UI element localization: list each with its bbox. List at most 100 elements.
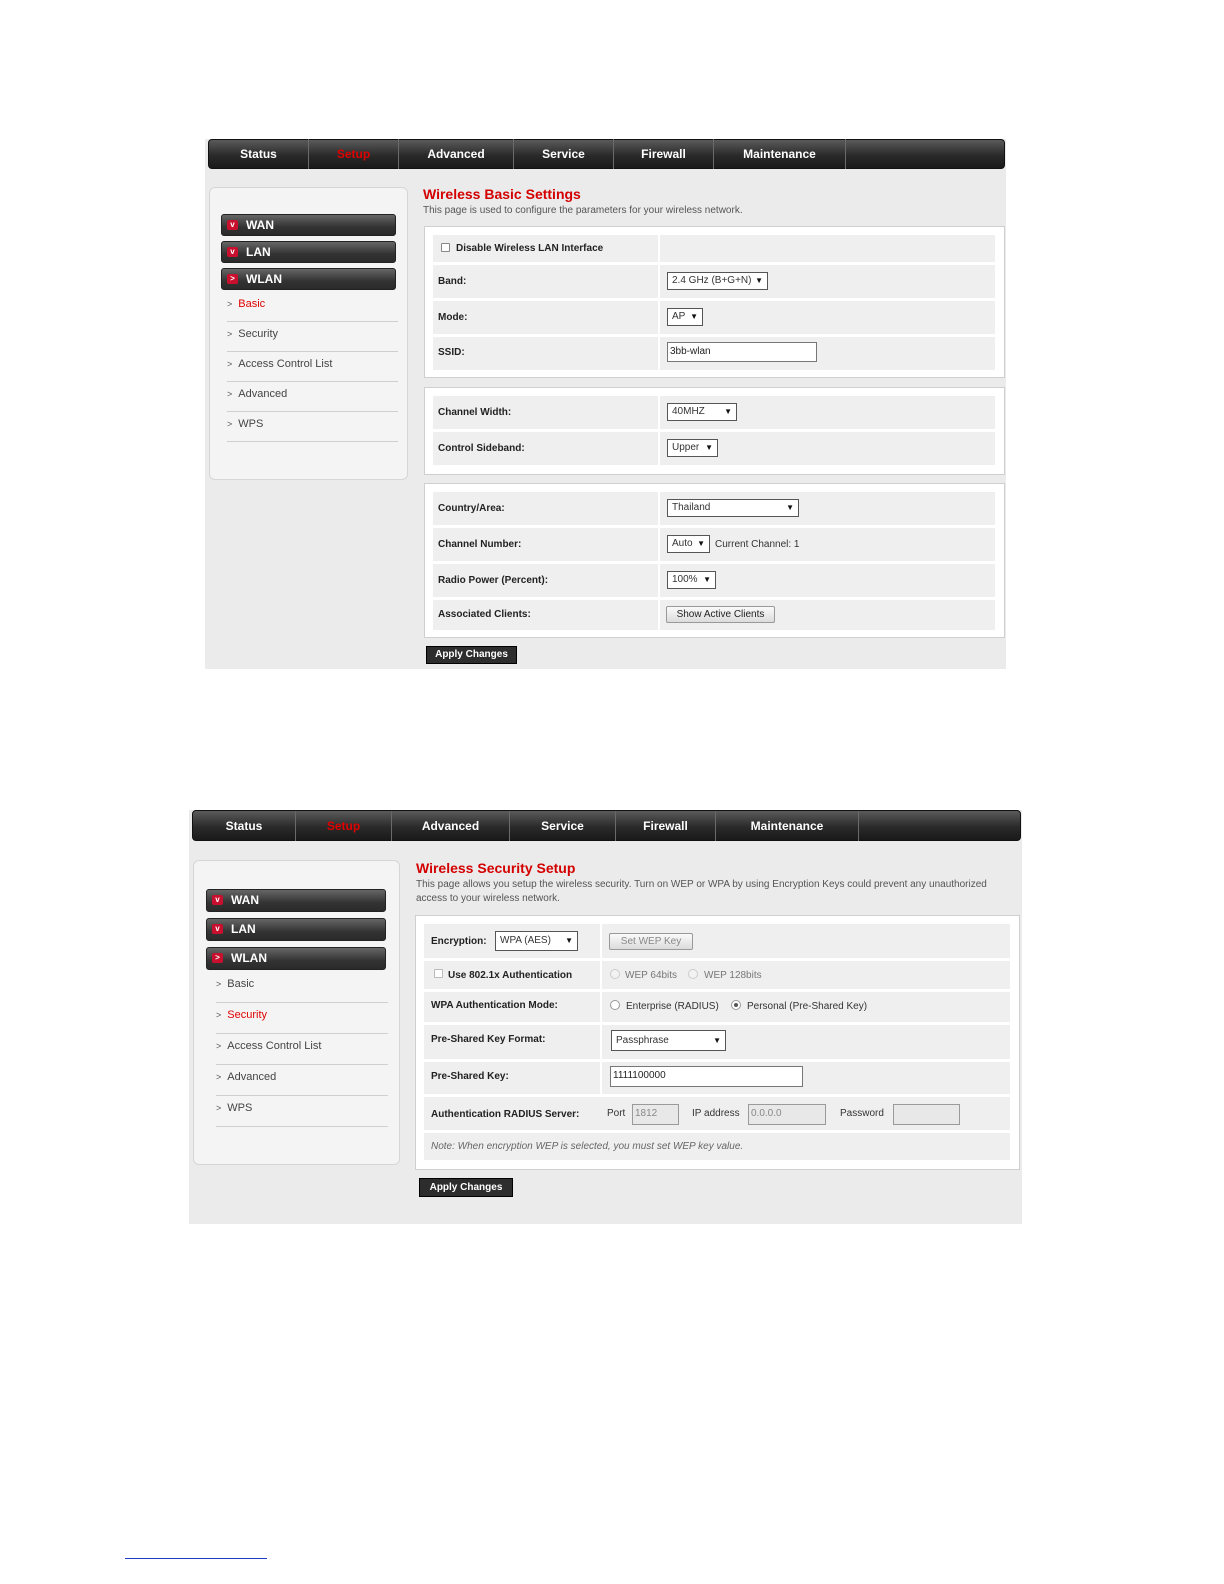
wep-128bits-radio[interactable] <box>688 969 698 979</box>
disable-wlan-checkbox[interactable] <box>441 243 450 252</box>
dropdown-arrow-icon: ▼ <box>697 539 705 548</box>
wireless-basic-screenshot: Status Setup Advanced Service Firewall M… <box>205 139 1006 669</box>
port-input[interactable]: 1812 <box>632 1104 679 1125</box>
personal-psk-label: Personal (Pre-Shared Key) <box>747 1001 868 1012</box>
sidebar-group-wan[interactable]: v WAN <box>206 889 386 912</box>
channel-width-select[interactable]: 40MHZ ▼ <box>667 403 737 421</box>
use-8021x-label: Use 802.1x Authentication <box>448 970 573 981</box>
control-sideband-select[interactable]: Upper ▼ <box>667 439 718 457</box>
nav-firewall[interactable]: Firewall <box>616 810 716 841</box>
password-input[interactable] <box>893 1104 960 1125</box>
nav-advanced[interactable]: Advanced <box>399 139 514 169</box>
chevron-down-icon: v <box>227 220 238 230</box>
apply-changes-button[interactable]: Apply Changes <box>426 646 517 664</box>
disable-wlan-label: Disable Wireless LAN Interface <box>456 243 604 254</box>
chevron-right-icon: > <box>227 274 238 284</box>
chevron-right-icon: > <box>227 299 233 309</box>
channel-width-label: Channel Width: <box>438 407 512 418</box>
sidebar-group-wlan[interactable]: > WLAN <box>206 947 386 970</box>
ssid-label: SSID: <box>438 347 465 358</box>
nav-status[interactable]: Status <box>193 810 296 841</box>
sidebar-item-advanced[interactable]: > Advanced <box>227 388 398 412</box>
nav-status[interactable]: Status <box>209 139 309 169</box>
sidebar-item-wps[interactable]: > WPS <box>216 1102 388 1127</box>
ip-address-input[interactable]: 0.0.0.0 <box>748 1104 826 1125</box>
wep-128bits-label: WEP 128bits <box>704 970 762 981</box>
chevron-right-icon: > <box>212 953 223 963</box>
nav-setup[interactable]: Setup <box>309 139 399 169</box>
dropdown-arrow-icon: ▼ <box>703 575 711 584</box>
sidebar-group-lan[interactable]: v LAN <box>206 918 386 941</box>
dropdown-arrow-icon: ▼ <box>690 312 698 321</box>
psk-input[interactable]: 1111100000 <box>610 1066 803 1087</box>
sidebar-item-wps[interactable]: > WPS <box>227 418 398 442</box>
mode-label: Mode: <box>438 312 468 323</box>
radio-power-select[interactable]: 100% ▼ <box>667 571 716 589</box>
control-sideband-label: Control Sideband: <box>438 443 525 454</box>
top-nav-bar: Status Setup Advanced Service Firewall M… <box>192 810 1021 841</box>
nav-service[interactable]: Service <box>510 810 616 841</box>
nav-maintenance[interactable]: Maintenance <box>714 139 846 169</box>
nav-maintenance[interactable]: Maintenance <box>716 810 859 841</box>
sidebar-group-wlan[interactable]: > WLAN <box>221 268 396 290</box>
sidebar: v WAN v LAN > WLAN > Basic > Security > Access… <box>193 860 400 1165</box>
band-select[interactable]: 2.4 GHz (B+G+N) ▼ <box>667 272 768 290</box>
nav-firewall[interactable]: Firewall <box>614 139 714 169</box>
show-active-clients-button[interactable]: Show Active Clients <box>666 606 775 623</box>
page-description: This page is used to configure the param… <box>423 205 743 216</box>
sidebar-item-security[interactable]: > Security <box>227 328 398 352</box>
sidebar-item-access-control-list[interactable]: > Access Control List <box>227 358 398 382</box>
psk-format-label: Pre-Shared Key Format: <box>431 1034 546 1045</box>
chevron-down-icon: v <box>212 895 223 905</box>
ip-address-label: IP address <box>692 1108 740 1119</box>
channel-number-select[interactable]: Auto ▼ <box>667 535 710 553</box>
radius-server-label: Authentication RADIUS Server: <box>431 1109 580 1120</box>
sidebar: v WAN v LAN > WLAN > Basic > Security > Access… <box>209 187 408 480</box>
wep-64bits-label: WEP 64bits <box>625 970 678 981</box>
set-wep-key-button[interactable]: Set WEP Key <box>609 933 693 950</box>
personal-psk-radio[interactable] <box>731 1000 741 1010</box>
associated-clients-label: Associated Clients: <box>438 609 531 620</box>
psk-label: Pre-Shared Key: <box>431 1071 509 1082</box>
chevron-right-icon: > <box>227 419 233 429</box>
mode-row <box>433 301 995 334</box>
band-label: Band: <box>438 276 467 287</box>
nav-setup[interactable]: Setup <box>296 810 392 841</box>
chevron-right-icon: > <box>216 1010 222 1020</box>
sidebar-item-basic[interactable]: > Basic <box>227 298 398 322</box>
ssid-input[interactable]: 3bb-wlan <box>667 342 817 362</box>
channel-width-panel: Channel Width: 40MHZ ▼ Control Sideband: … <box>424 387 1005 475</box>
use-8021x-checkbox[interactable] <box>434 969 443 978</box>
encryption-select[interactable]: WPA (AES) ▼ <box>495 931 578 951</box>
sidebar-item-basic[interactable]: > Basic <box>216 978 388 1003</box>
nav-advanced[interactable]: Advanced <box>392 810 510 841</box>
chevron-down-icon: v <box>212 924 223 934</box>
country-select[interactable]: Thailand ▼ <box>667 499 799 517</box>
sidebar-item-security[interactable]: > Security <box>216 1009 388 1034</box>
page-title: Wireless Basic Settings <box>423 186 581 202</box>
wep-64bits-radio[interactable] <box>610 969 620 979</box>
mode-select[interactable]: AP ▼ <box>667 308 703 326</box>
enterprise-radius-radio[interactable] <box>610 1000 620 1010</box>
sidebar-item-access-control-list[interactable]: > Access Control List <box>216 1040 388 1065</box>
security-panel: Encryption: WPA (AES) ▼ Set WEP Key Use 8… <box>415 915 1020 1170</box>
footnote-separator <box>125 1558 267 1559</box>
sidebar-group-lan[interactable]: v LAN <box>221 241 396 263</box>
sidebar-item-advanced[interactable]: > Advanced <box>216 1071 388 1096</box>
port-label: Port <box>607 1108 626 1119</box>
encryption-label: Encryption: <box>431 936 487 947</box>
page-title: Wireless Security Setup <box>416 860 576 876</box>
dropdown-arrow-icon: ▼ <box>705 443 713 452</box>
page-description-line-2: access to your wireless network. <box>416 893 560 904</box>
chevron-right-icon: > <box>216 1103 222 1113</box>
top-nav-bar: Status Setup Advanced Service Firewall M… <box>208 139 1005 169</box>
password-label: Password <box>840 1108 884 1119</box>
apply-changes-button[interactable]: Apply Changes <box>419 1178 513 1197</box>
chevron-right-icon: > <box>227 329 233 339</box>
chevron-right-icon: > <box>216 979 222 989</box>
psk-format-select[interactable]: Passphrase ▼ <box>611 1030 726 1051</box>
nav-service[interactable]: Service <box>514 139 614 169</box>
dropdown-arrow-icon: ▼ <box>786 503 794 512</box>
sidebar-group-wan[interactable]: v WAN <box>221 214 396 236</box>
chevron-right-icon: > <box>216 1041 222 1051</box>
